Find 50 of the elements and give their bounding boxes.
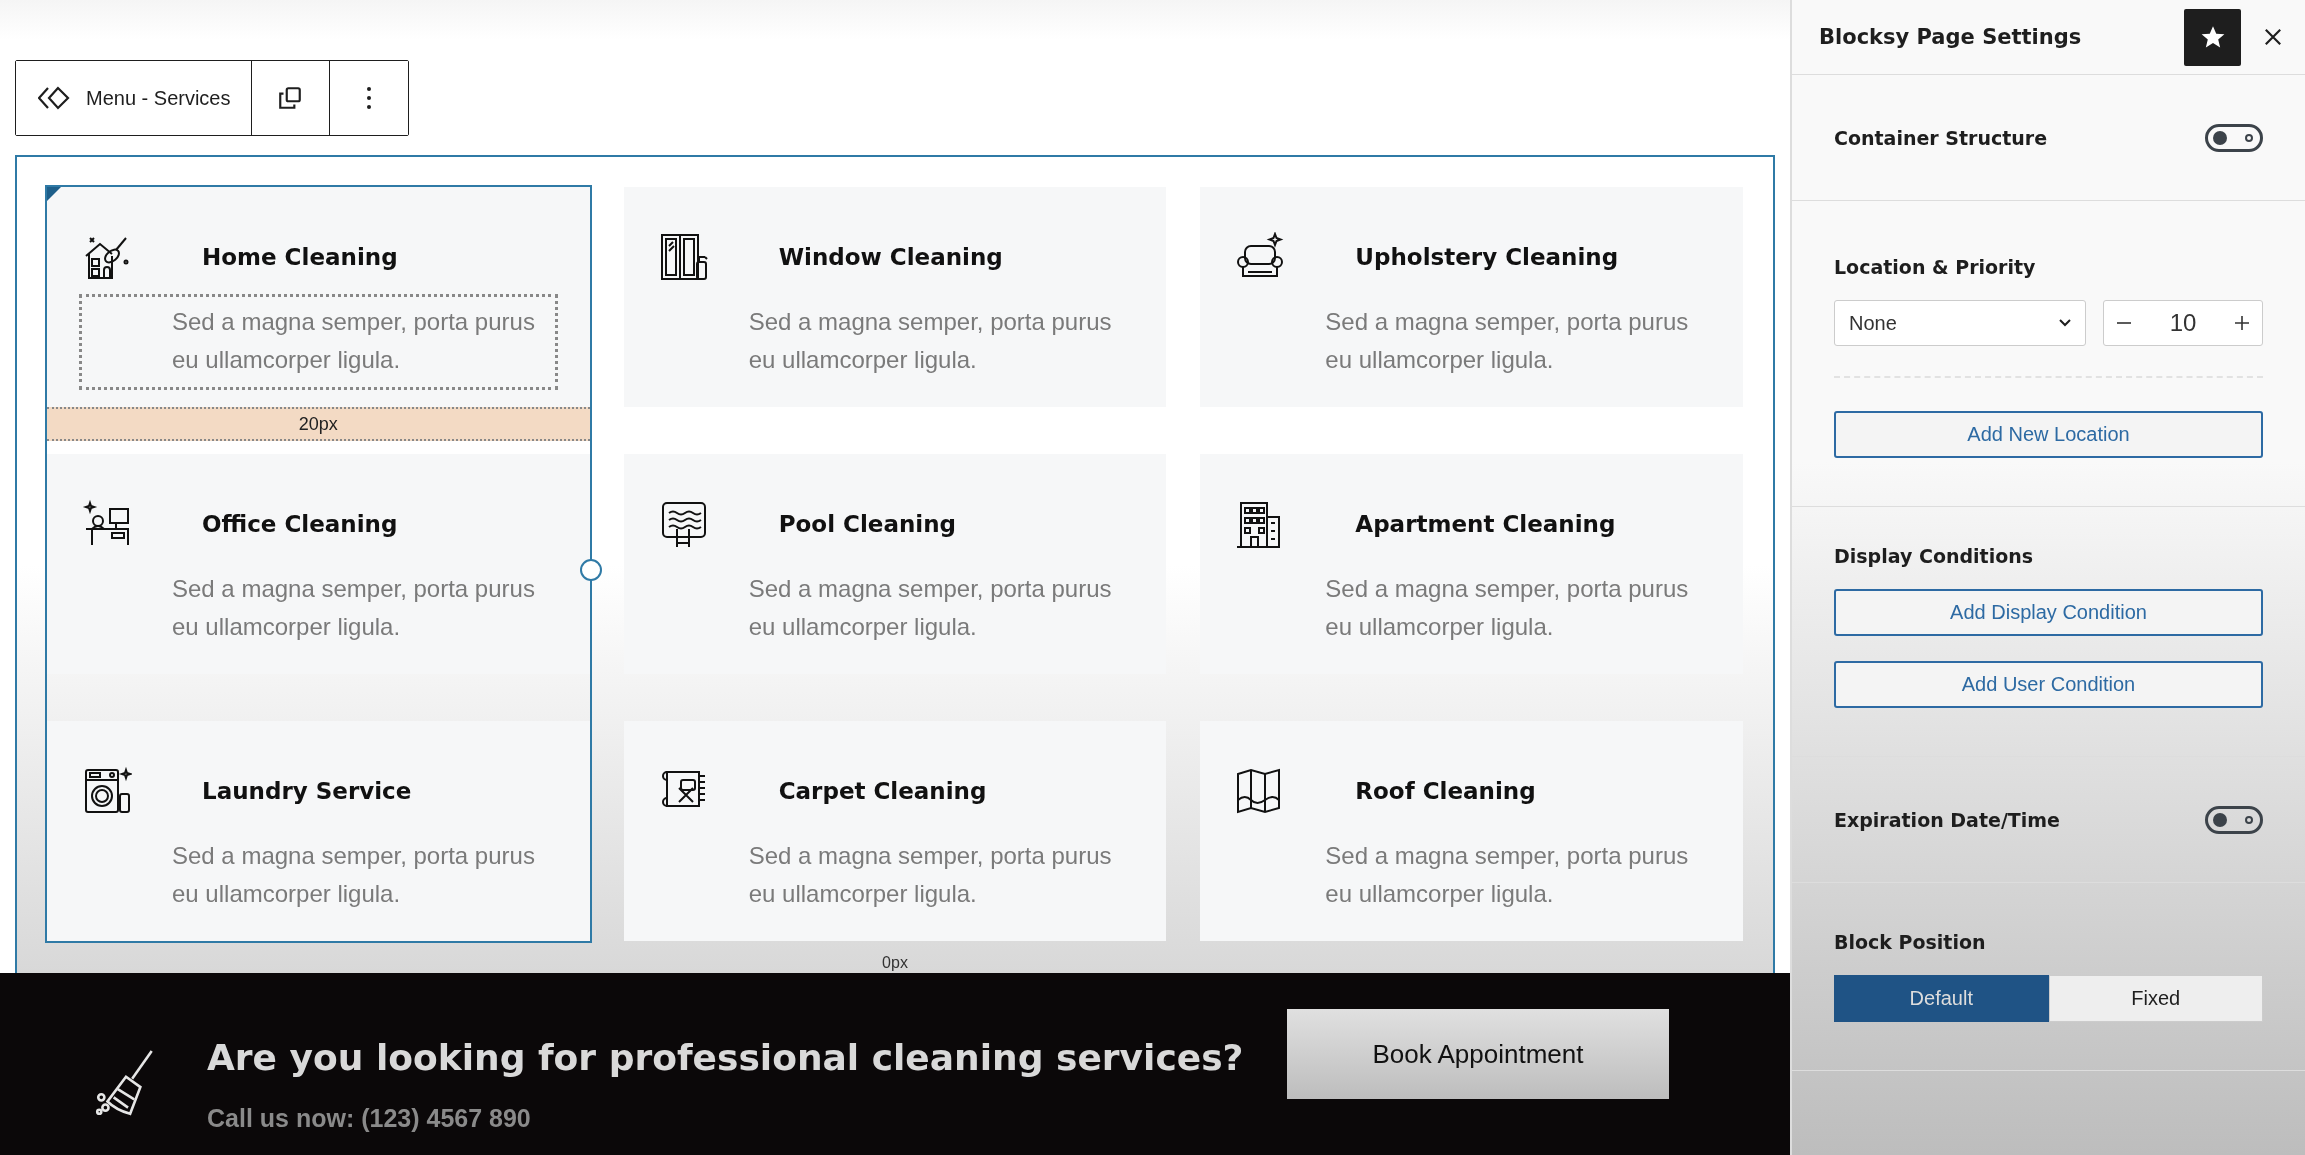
location-select[interactable]: None [1834, 300, 2086, 346]
service-title: Window Cleaning [778, 244, 1003, 270]
service-description: Sed a magna semper, porta purus eu ullamcorper ligula. [747, 574, 1113, 642]
service-description: Sed a magna semper, porta purus eu ullamcorper ligula. [747, 307, 1113, 375]
service-title: Office Cleaning [202, 511, 398, 537]
position-option[interactable]: Default [1834, 975, 2049, 1022]
service-description: Sed a magna semper, porta purus eu ullamcorper ligula. [1324, 841, 1690, 909]
position-option[interactable]: Fixed [2048, 975, 2263, 1022]
window-spray-icon [658, 232, 709, 282]
setting-label: Block Position [1834, 931, 1987, 953]
copy-icon [277, 85, 303, 111]
corner-marker-icon [47, 187, 61, 201]
priority-value[interactable]: 10 [2169, 309, 2197, 337]
service-title: Apartment Cleaning [1355, 511, 1616, 537]
setting-label: Display Conditions [1834, 545, 2035, 567]
plus-icon[interactable] [2234, 315, 2250, 331]
service-description: Sed a magna semper, porta purus eu ullamcorper ligula. [79, 294, 558, 390]
service-title: Carpet Cleaning [778, 778, 987, 804]
star-icon [2199, 24, 2226, 50]
setting-label: Container Structure [1834, 126, 2048, 149]
pin-button[interactable] [2184, 8, 2241, 66]
cta-heading: Are you looking for professional cleaning services? [207, 1036, 1245, 1081]
service-description: Sed a magna semper, porta purus eu ullamcorper ligula. [747, 841, 1113, 909]
service-title: Pool Cleaning [778, 511, 956, 537]
close-icon [2264, 28, 2282, 46]
service-title: Home Cleaning [202, 244, 398, 270]
book-appointment-button[interactable]: Book Appointment [1287, 1009, 1669, 1099]
washing-machine-icon [82, 766, 132, 816]
kebab-menu-icon [365, 86, 372, 110]
add-location-button[interactable]: Add New Location [1834, 411, 2263, 458]
panel-title: Blocksy Page Settings [1819, 25, 2083, 49]
setting-label: Expiration Date/Time [1834, 808, 2060, 831]
service-description: Sed a magna semper, porta purus eu ullamcorper ligula. [171, 841, 536, 909]
service-title: Roof Cleaning [1355, 778, 1536, 804]
service-description: Sed a magna semper, porta purus eu ullamcorper ligula. [1324, 307, 1690, 375]
service-title: Laundry Service [202, 778, 412, 804]
phone-text: Call us now: (123) 4567 890 [207, 1103, 532, 1133]
toggle-switch[interactable] [2205, 123, 2263, 152]
spacer-block: 20px [47, 407, 590, 441]
setting-label: Location & Priority [1834, 256, 2037, 278]
service-description: Sed a magna semper, porta purus eu ullamcorper ligula. [1324, 574, 1690, 642]
add-condition-button[interactable]: Add User Condition [1834, 661, 2263, 708]
toggle-switch[interactable] [2205, 805, 2263, 834]
service-description: Sed a magna semper, porta purus eu ullamcorper ligula. [171, 574, 536, 642]
diamond-icon [38, 86, 72, 110]
chevron-down-icon [2059, 319, 2071, 327]
add-condition-button[interactable]: Add Display Condition [1834, 589, 2263, 636]
spacer-label: 0px [882, 953, 908, 973]
service-title: Upholstery Cleaning [1355, 244, 1619, 270]
block-parent-button[interactable]: Menu - Services [16, 61, 252, 135]
